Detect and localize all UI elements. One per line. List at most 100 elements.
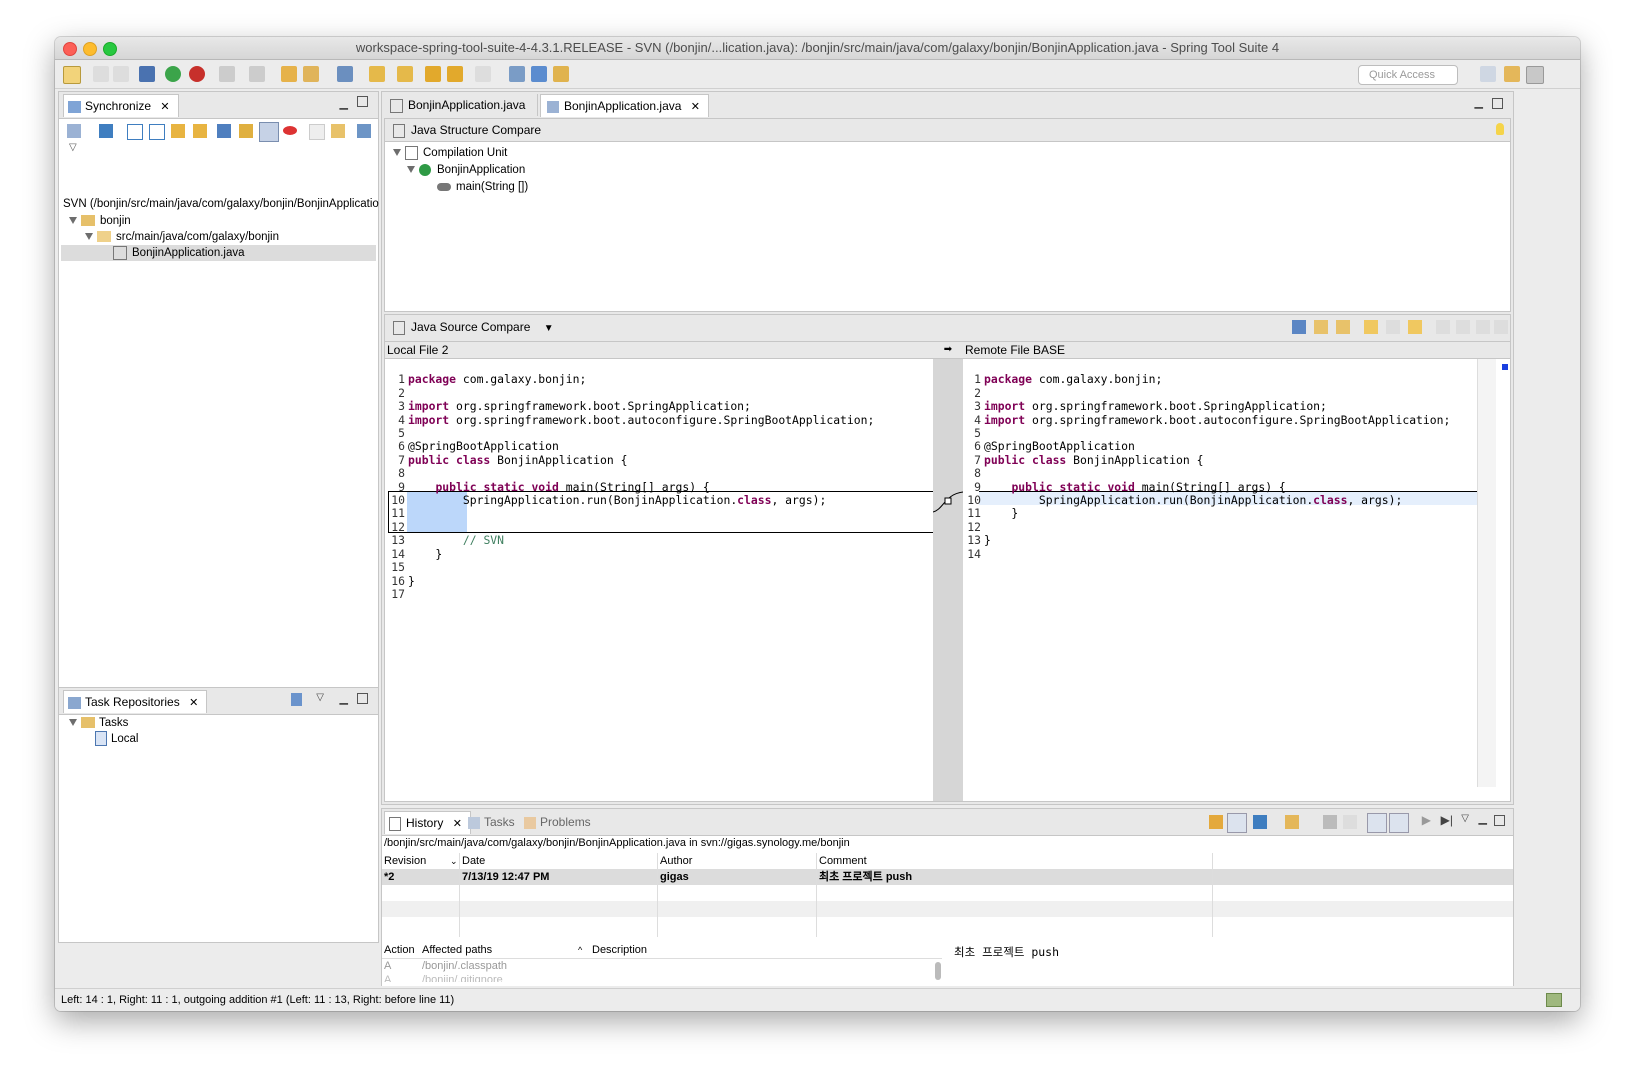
external-tools-icon[interactable] [249,66,265,82]
commit-icon[interactable] [331,124,345,138]
next-difference-icon[interactable] [171,124,185,138]
minimize-icon[interactable]: ▁ [1479,812,1487,825]
collapse-all-icon[interactable] [149,124,165,140]
tree-item-tasks[interactable]: Tasks [69,715,128,731]
sort-desc-icon[interactable]: ⌄ [450,853,458,869]
previous-difference-icon[interactable] [193,124,207,138]
link-with-editor-icon[interactable] [1227,813,1247,833]
vertical-scrollbar[interactable] [1477,359,1496,787]
tab-tasks[interactable]: Tasks [468,811,515,833]
expand-arrow-icon[interactable] [69,719,77,727]
copy-current-change-icon[interactable] [1408,320,1422,334]
previous-difference-icon[interactable] [1494,320,1508,334]
show-paths-icon[interactable] [1389,813,1409,833]
paths-scrollbar[interactable] [935,962,941,980]
add-repository-icon[interactable] [291,693,302,706]
outgoing-mode-icon[interactable] [239,124,253,138]
ignore-whitespace-icon[interactable] [1336,320,1350,334]
overview-change-marker[interactable] [1502,364,1508,370]
expand-arrow-icon[interactable] [407,166,415,174]
pin-editor-icon[interactable] [509,66,525,82]
update-all-icon[interactable] [309,124,325,140]
minimize-window-button[interactable] [83,42,97,56]
column-comment[interactable]: Comment [819,853,867,869]
column-author[interactable]: Author [660,853,692,869]
table-row[interactable]: A /bonjin/.gitignore [382,972,942,982]
maximize-icon[interactable] [1494,815,1505,826]
incoming-mode-icon[interactable] [217,124,231,138]
maximize-icon[interactable] [357,693,368,704]
tab-task-repositories[interactable]: Task Repositories ✕ [63,690,208,713]
expand-all-icon[interactable] [127,124,143,140]
maximize-icon[interactable] [357,96,368,107]
tree-item-project[interactable]: bonjin [69,213,131,229]
heap-status-icon[interactable] [1546,993,1562,1007]
tree-item-local[interactable]: Local [95,731,139,747]
tab-synchronize[interactable]: Synchronize ✕ [63,94,179,117]
left-code[interactable]: 1 package com.galaxy.bonjin; 2 3 import org.… [389,360,874,628]
column-date[interactable]: Date [462,853,485,869]
commit-all-icon[interactable] [99,124,113,138]
structure-item-class[interactable]: BonjinApplication [407,162,525,178]
sort-asc-icon[interactable]: ^ [578,942,582,958]
lightbulb-icon[interactable] [1496,123,1504,135]
terminal-icon[interactable] [139,66,155,82]
close-icon[interactable]: ✕ [453,818,462,830]
column-affected-paths[interactable]: Affected paths [422,942,492,958]
team-sync-perspective-icon[interactable] [1526,66,1544,84]
boot-dashboard-icon[interactable] [165,66,181,82]
debug-icon[interactable] [189,66,205,82]
back-icon[interactable] [447,66,463,82]
previous-annotation-icon[interactable] [397,66,413,82]
editor-tab-2[interactable]: BonjinApplication.java ✕ [540,94,709,117]
expand-arrow-icon[interactable] [85,233,93,241]
view-menu-icon[interactable]: ▽ [1461,813,1469,824]
close-icon[interactable]: ✕ [691,101,700,113]
commit-icon[interactable] [1253,815,1267,829]
table-row[interactable]: *2 7/13/19 12:47 PM gigas 최초 프로젝트 push [382,869,1513,885]
next-annotation-icon[interactable] [369,66,385,82]
compare-mode-icon[interactable] [1323,815,1337,829]
new-icon[interactable] [63,66,81,84]
get-all-icon[interactable]: ▶| [1441,813,1453,827]
filter-icon[interactable] [1285,815,1299,829]
view-menu-icon[interactable]: ▽ [316,692,324,703]
save-icon[interactable] [93,66,109,82]
minimize-icon[interactable]: ▁ [1475,96,1483,109]
run-icon[interactable] [219,66,235,82]
tree-item-file[interactable]: BonjinApplication.java [61,245,376,261]
view-menu-icon[interactable]: ▽ [69,142,77,153]
expand-arrow-icon[interactable] [69,217,77,225]
source-compare-title[interactable]: Java Source Compare [411,320,530,334]
get-next-page-icon[interactable]: ▶ [1422,813,1431,827]
save-all-icon[interactable] [113,66,129,82]
pin-icon[interactable] [357,124,371,138]
svn-commit-icon[interactable] [531,66,547,82]
close-icon[interactable]: ✕ [189,697,198,709]
zoom-window-button[interactable] [103,42,117,56]
copy-from-left-icon[interactable]: ➡ [933,342,963,359]
clear-icon[interactable] [1343,815,1357,829]
svn-update-icon[interactable] [553,66,569,82]
forward-icon[interactable] [475,66,491,82]
open-type-icon[interactable] [303,66,319,82]
minimize-icon[interactable]: ▁ [340,692,348,705]
right-code[interactable]: 1 package com.galaxy.bonjin; 2 3 import org.… [965,360,1450,588]
previous-change-icon[interactable] [1456,320,1470,334]
column-action[interactable]: Action [384,942,415,958]
open-folder-icon[interactable] [281,66,297,82]
column-description[interactable]: Description [592,942,647,958]
conflicts-mode-icon[interactable] [283,126,297,135]
tab-problems[interactable]: Problems [524,811,591,833]
maximize-icon[interactable] [1492,98,1503,109]
show-comments-icon[interactable] [1367,813,1387,833]
expand-arrow-icon[interactable] [393,149,401,157]
structure-item-compilation-unit[interactable]: Compilation Unit [393,145,507,161]
ancestor-icon[interactable] [1314,320,1328,334]
refresh-icon[interactable] [1209,815,1223,829]
next-difference-icon[interactable] [1476,320,1490,334]
open-perspective-icon[interactable] [1480,66,1496,82]
editor-tab-1[interactable]: BonjinApplication.java [384,94,539,116]
copy-right-icon[interactable] [1386,320,1400,334]
copy-all-icon[interactable] [1292,320,1306,334]
